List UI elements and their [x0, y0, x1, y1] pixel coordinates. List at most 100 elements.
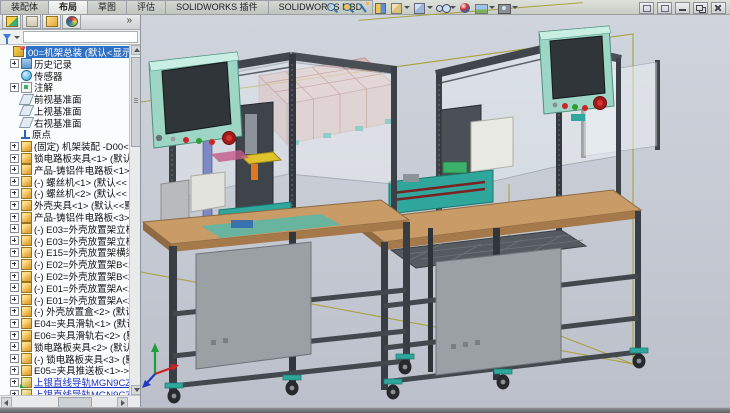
tree-vertical-scrollbar[interactable]: [129, 45, 140, 395]
expand-plus-icon[interactable]: [10, 213, 19, 222]
expand-plus-icon[interactable]: [10, 331, 19, 340]
dropdown-caret-icon[interactable]: [489, 6, 495, 9]
zoom-to-area-icon[interactable]: [341, 2, 355, 14]
right-knob[interactable]: [553, 103, 558, 108]
right-control-panel[interactable]: [539, 26, 614, 121]
expand-plus-icon[interactable]: [10, 201, 19, 210]
tree-filter-input[interactable]: [23, 31, 138, 43]
expand-plus-icon[interactable]: [10, 189, 19, 198]
right-green-button[interactable]: [572, 104, 578, 110]
view-orientation-icon[interactable]: [389, 2, 410, 14]
tree-item[interactable]: (-) 螺丝机<1> (默认<<: [0, 176, 130, 188]
restore-icon[interactable]: [693, 2, 708, 14]
tree-item[interactable]: E04=夹具滑轨<1> (默认: [0, 317, 130, 329]
dropdown-caret-icon[interactable]: [450, 6, 456, 9]
tree-item[interactable]: 产品-铸铝件电路板<3>: [0, 211, 130, 223]
tree-item[interactable]: (-) E02=外壳放置架B<1: [0, 258, 130, 270]
expand-plus-icon[interactable]: [10, 295, 19, 304]
expand-plus-icon[interactable]: [10, 272, 19, 281]
tree-item[interactable]: 前视基准面: [0, 93, 130, 105]
magic-wand-icon[interactable]: [357, 2, 371, 14]
section-view-icon[interactable]: [373, 2, 387, 14]
window-icon[interactable]: [657, 2, 672, 14]
ribbon-tab[interactable]: 布局: [48, 0, 88, 14]
view-settings-icon[interactable]: [497, 2, 518, 14]
tree-item[interactable]: (固定) 机架装配 -D00<1: [0, 140, 130, 152]
tree-item[interactable]: (-) E03=外壳放置架立柱: [0, 235, 130, 247]
left-control-panel[interactable]: [149, 52, 242, 148]
tree-item[interactable]: (-) E01=外壳放置架A<2: [0, 294, 130, 306]
left-knob[interactable]: [156, 135, 162, 141]
expand-plus-icon[interactable]: [10, 319, 19, 328]
expand-plus-icon[interactable]: [10, 165, 19, 174]
expand-plus-icon[interactable]: [10, 307, 19, 316]
tree-item[interactable]: 历史记录: [0, 58, 130, 70]
expand-plus-icon[interactable]: [10, 260, 19, 269]
tree-item[interactable]: 产品-铸铝件电路板<1>: [0, 164, 130, 176]
left-green-button[interactable]: [196, 138, 202, 144]
expand-plus-icon[interactable]: [10, 224, 19, 233]
dropdown-caret-icon[interactable]: [427, 6, 433, 9]
dropdown-caret-icon[interactable]: [404, 6, 410, 9]
tree-item[interactable]: 注解: [0, 81, 130, 93]
tree-item[interactable]: 锁电路板夹具<2> (默认: [0, 341, 130, 353]
tree-item[interactable]: (-) 外壳放置盒<2> (默认: [0, 306, 130, 318]
expand-plus-icon[interactable]: [10, 154, 19, 163]
vertical-scroll-thumb[interactable]: [131, 57, 140, 147]
right-red-button[interactable]: [562, 103, 568, 109]
tree-item[interactable]: (-) 锁电路板夹具<3> (默: [0, 353, 130, 365]
expand-plus-icon[interactable]: [10, 354, 19, 363]
tree-item[interactable]: (-) E03=外壳放置架立柱: [0, 223, 130, 235]
close-icon[interactable]: [711, 2, 726, 14]
expand-plus-icon[interactable]: [10, 83, 19, 92]
tree-item[interactable]: E05=夹具推送板<1>->: [0, 365, 130, 377]
display-style-icon[interactable]: [412, 2, 433, 14]
tree-item[interactable]: 00=机架总装 (默认<显示: [0, 46, 130, 58]
tree-item[interactable]: (-) E15=外壳放置架横梁: [0, 247, 130, 259]
tree-item[interactable]: 传感器: [0, 70, 130, 82]
filter-dropdown-caret[interactable]: [14, 36, 20, 39]
viewport-3d-scene[interactable]: [141, 14, 730, 408]
expand-plus-icon[interactable]: [10, 59, 19, 68]
left-red-button-2[interactable]: [209, 139, 215, 145]
right-red-button-2[interactable]: [582, 105, 588, 111]
tree-item[interactable]: 上银直线导轨MGN9CZ0: [0, 388, 130, 395]
expand-plus-icon[interactable]: [10, 378, 19, 387]
configurationmanager-tab[interactable]: [42, 14, 61, 29]
scroll-down-arrow[interactable]: [131, 385, 140, 395]
expand-plus-icon[interactable]: [10, 177, 19, 186]
propertymanager-tab[interactable]: [22, 14, 41, 29]
graphics-viewport[interactable]: [141, 14, 730, 408]
expand-plus-icon[interactable]: [10, 236, 19, 245]
left-red-button[interactable]: [183, 137, 189, 143]
expand-plus-icon[interactable]: [10, 283, 19, 292]
ribbon-tab[interactable]: 评估: [126, 0, 166, 14]
displaymanager-tab[interactable]: [62, 14, 81, 29]
scroll-up-arrow[interactable]: [131, 45, 140, 55]
ribbon-tab[interactable]: SOLIDWORKS 插件: [165, 0, 269, 14]
tree-item[interactable]: (-) E01=外壳放置架A<1: [0, 282, 130, 294]
edit-appearance-icon[interactable]: [458, 2, 472, 14]
zoom-to-fit-icon[interactable]: [325, 2, 339, 14]
dropdown-caret-icon[interactable]: [512, 6, 518, 9]
expand-plus-icon[interactable]: [10, 142, 19, 151]
tree-item[interactable]: 外壳夹具<1> (默认<<默: [0, 199, 130, 211]
minimize-icon[interactable]: [675, 2, 690, 14]
tree-item[interactable]: 原点: [0, 129, 130, 141]
tree-item[interactable]: E06=夹具滑轨右<2> (默: [0, 329, 130, 341]
ribbon-tab[interactable]: 装配体: [0, 0, 49, 14]
tree-item[interactable]: 右视基准面: [0, 117, 130, 129]
new-window-icon[interactable]: [639, 2, 654, 14]
featuremanager-tree-tab[interactable]: [2, 14, 21, 29]
tree-item[interactable]: 上银直线导轨MGN9CZ0: [0, 376, 130, 388]
expand-plus-icon[interactable]: [10, 248, 19, 257]
tree-item[interactable]: 锁电路板夹具<1> (默认: [0, 152, 130, 164]
tree-item[interactable]: (-) 螺丝机<2> (默认<<: [0, 188, 130, 200]
panel-overflow-chevron[interactable]: »: [126, 15, 132, 26]
tree-item[interactable]: (-) E02=外壳放置架B<2: [0, 270, 130, 282]
ribbon-tab[interactable]: 草图: [87, 0, 127, 14]
expand-plus-icon[interactable]: [10, 342, 19, 351]
apply-scene-icon[interactable]: [474, 2, 495, 14]
expand-plus-icon[interactable]: [10, 366, 19, 375]
tree-item[interactable]: 上视基准面: [0, 105, 130, 117]
